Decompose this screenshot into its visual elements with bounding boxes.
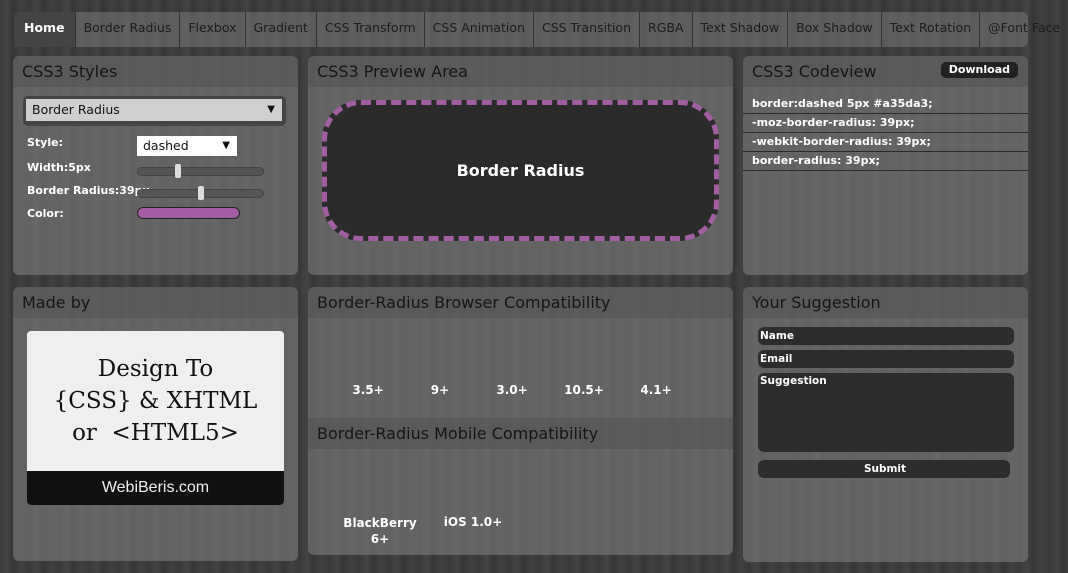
tab-font-face[interactable]: @Font Face	[980, 12, 1068, 47]
tab-box-shadow[interactable]: Box Shadow	[788, 12, 882, 47]
code-line: border:dashed 5px #a35da3;	[743, 95, 1028, 114]
tab-css-animation[interactable]: CSS Animation	[425, 12, 534, 47]
logo-line: {CSS} & XHTML	[53, 388, 258, 414]
css3-styles-panel: CSS3 Styles Border Radius ▼ Style: dashed…	[13, 56, 298, 275]
mobile-version: iOS 1.0+	[443, 515, 503, 529]
webiberis-logo[interactable]: Design To {CSS} & XHTML or <HTML5> WebiB…	[27, 331, 284, 505]
mobile-version: BlackBerry 6+	[343, 516, 417, 546]
chevron-down-icon: ▼	[267, 104, 275, 115]
chevron-down-icon: ▼	[222, 140, 230, 151]
codeview-panel: CSS3 Codeview Download border:dashed 5px…	[743, 56, 1028, 275]
code-line: -moz-border-radius: 39px;	[743, 114, 1028, 133]
panel-title: Border-Radius Browser Compatibility	[308, 287, 733, 318]
tab-border-radius[interactable]: Border Radius	[76, 12, 181, 47]
browser-version: 4.1+	[640, 383, 672, 397]
color-picker[interactable]	[137, 207, 240, 219]
logo-line: Design To	[97, 356, 214, 382]
browser-version: 10.5+	[564, 383, 604, 397]
color-label: Color:	[27, 207, 64, 220]
style-label: Style:	[27, 136, 63, 149]
download-button[interactable]: Download	[940, 62, 1018, 78]
name-input[interactable]: Name	[758, 327, 1014, 345]
panel-title: CSS3 Styles	[13, 56, 298, 87]
code-line: -webkit-border-radius: 39px;	[743, 133, 1028, 152]
tab-flexbox[interactable]: Flexbox	[180, 12, 246, 47]
panel-title: Made by	[13, 287, 298, 318]
tab-text-rotation[interactable]: Text Rotation	[882, 12, 981, 47]
radius-slider[interactable]	[137, 186, 264, 200]
tab-text-shadow[interactable]: Text Shadow	[693, 12, 789, 47]
panel-title: CSS3 Codeview Download	[743, 56, 1028, 87]
tab-css-transform[interactable]: CSS Transform	[317, 12, 425, 47]
logo-line: or <HTML5>	[72, 420, 239, 446]
code-line: border-radius: 39px;	[743, 152, 1028, 171]
tab-rgba[interactable]: RGBA	[640, 12, 693, 47]
compatibility-panel: Border-Radius Browser Compatibility 3.5+…	[308, 287, 733, 555]
property-select[interactable]: Border Radius ▼	[26, 99, 282, 121]
suggestion-textarea[interactable]: Suggestion	[758, 373, 1014, 452]
made-by-panel: Made by Design To {CSS} & XHTML or <HTML…	[13, 287, 298, 561]
panel-title: CSS3 Preview Area	[308, 56, 733, 87]
width-slider[interactable]	[137, 164, 264, 178]
preview-panel: CSS3 Preview Area Border Radius	[308, 56, 733, 275]
suggestion-panel: Your Suggestion Name Email Suggestion Su…	[743, 287, 1028, 562]
logo-footer: WebiBeris.com	[27, 471, 284, 505]
browser-version: 3.5+	[352, 383, 384, 397]
browser-version: 9+	[430, 383, 450, 397]
submit-button[interactable]: Submit	[758, 460, 1010, 478]
style-select[interactable]: dashed ▼	[137, 136, 237, 156]
panel-title: Your Suggestion	[743, 287, 1028, 318]
panel-title: Border-Radius Mobile Compatibility	[308, 418, 733, 449]
email-input[interactable]: Email	[758, 350, 1014, 368]
nav-tabs: Home Border Radius Flexbox Gradient CSS …	[14, 12, 1060, 47]
tab-css-transition[interactable]: CSS Transition	[534, 12, 641, 47]
tab-home[interactable]: Home	[14, 12, 76, 47]
tab-gradient[interactable]: Gradient	[246, 12, 317, 47]
radius-label: Border Radius:39px	[27, 184, 150, 197]
preview-box: Border Radius	[322, 100, 719, 241]
width-label: Width:5px	[27, 161, 91, 174]
browser-version: 3.0+	[496, 383, 528, 397]
